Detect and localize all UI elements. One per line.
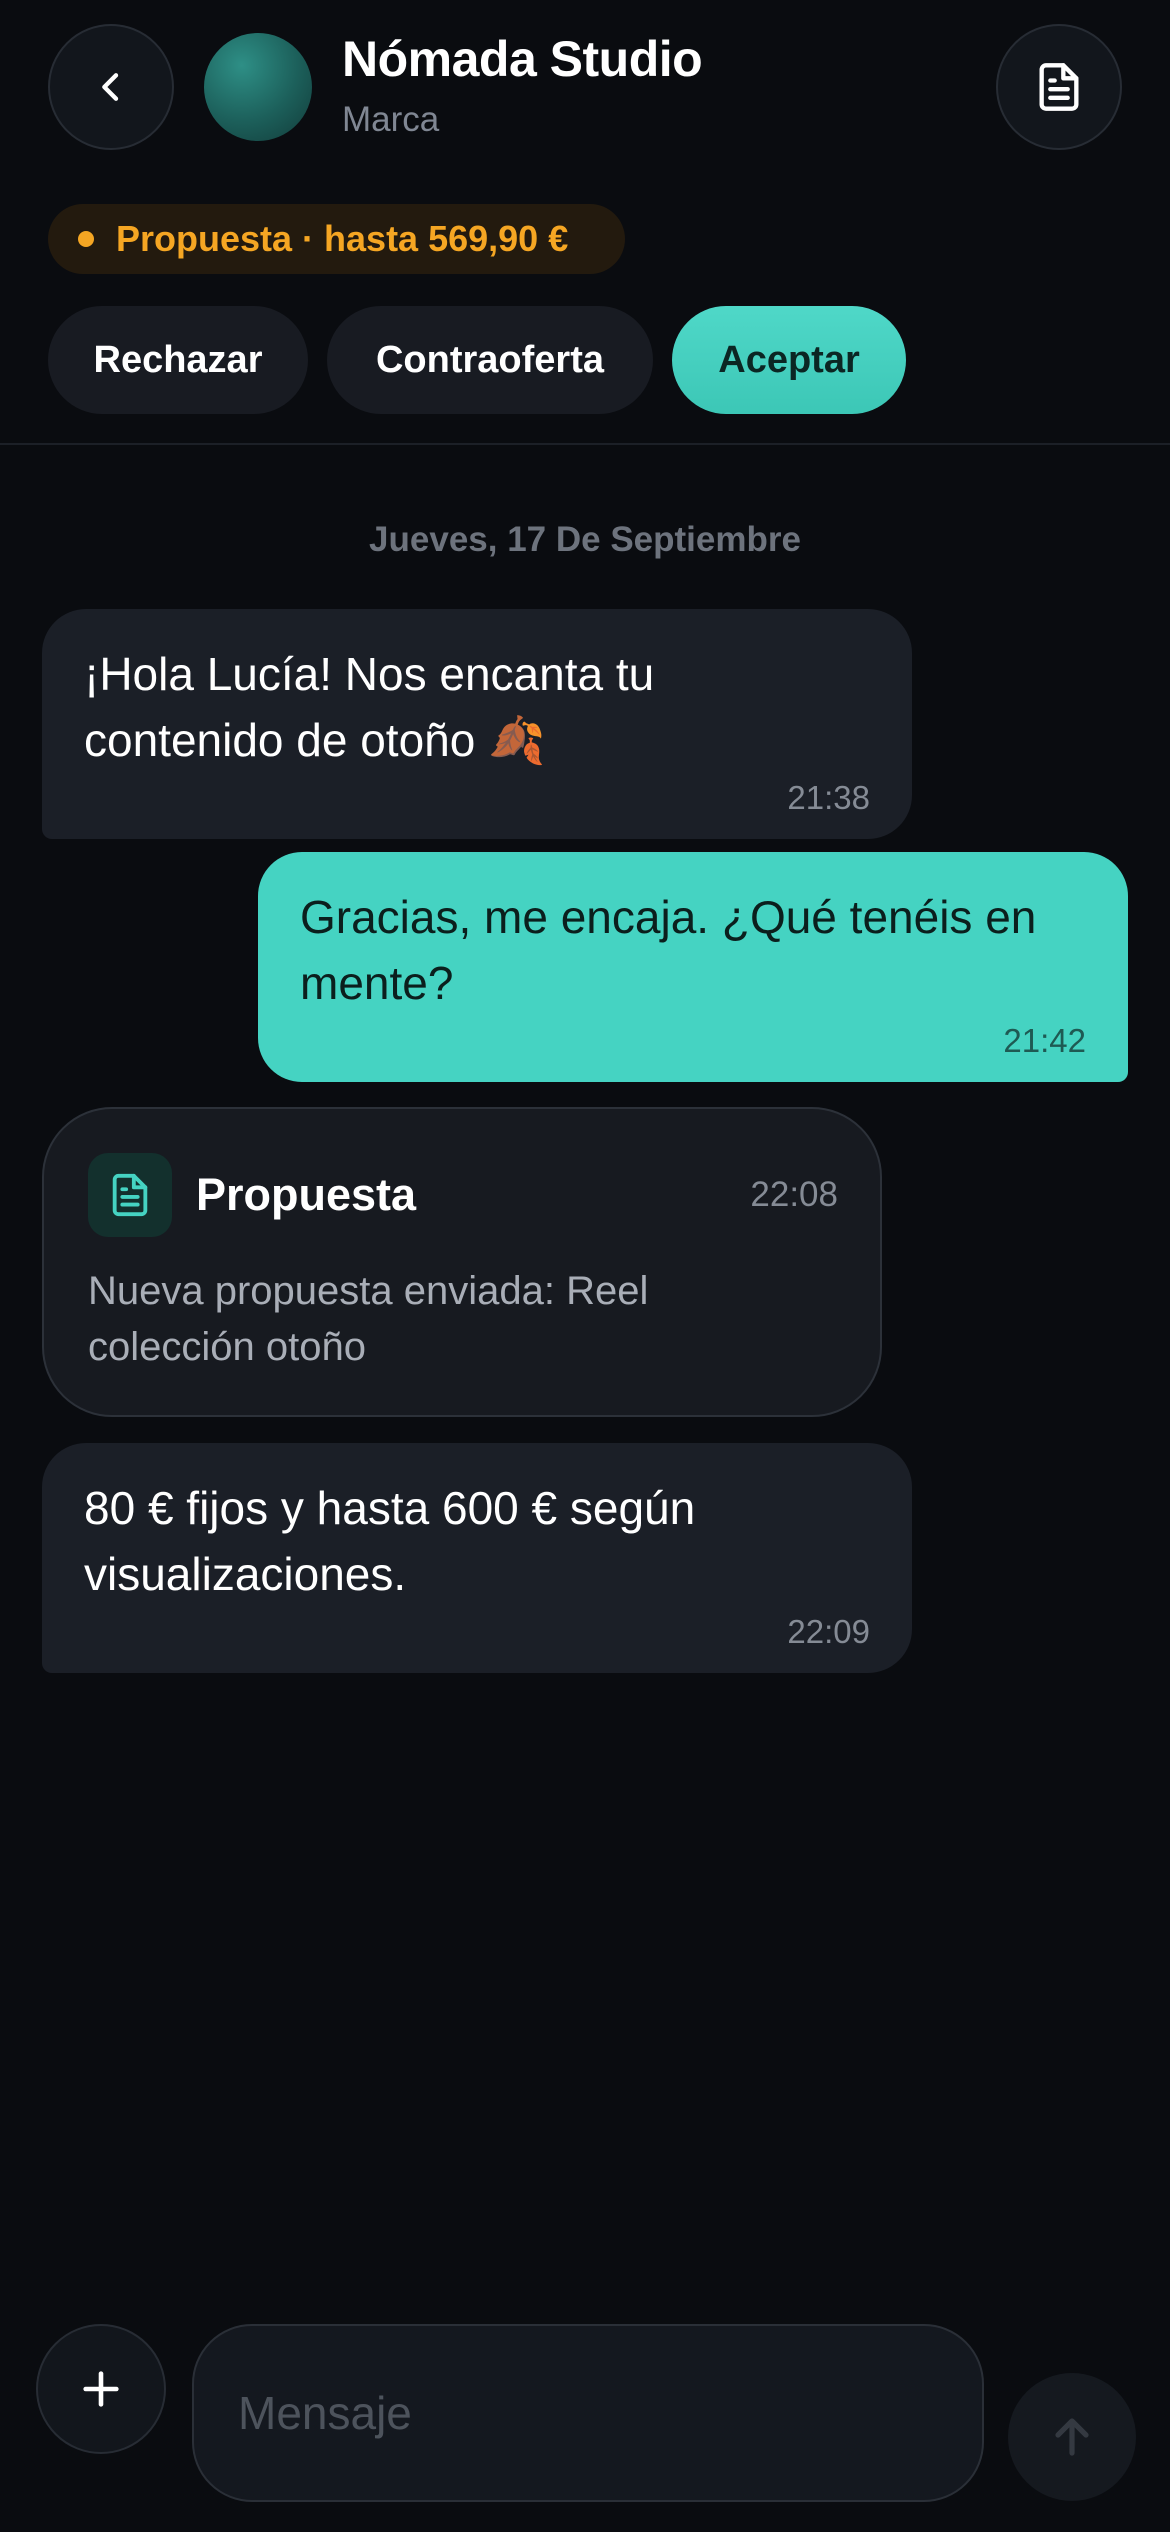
message-time: 21:42 (1003, 1022, 1086, 1059)
document-icon (112, 1173, 148, 1217)
message-input[interactable] (192, 2324, 984, 2502)
proposal-status-badge: Propuesta · hasta 569,90 € (48, 204, 625, 274)
proposal-card-time: 22:08 (750, 1175, 838, 1214)
message-bubble-incoming[interactable]: 80 € fijos y hasta 600 € según visualiza… (42, 1443, 912, 1673)
message-bubble-outgoing[interactable]: Gracias, me encaja. ¿Qué tenéis en mente… (258, 852, 1128, 1082)
date-separator: Jueves, 17 De Septiembre (369, 520, 801, 559)
message-time: 22:09 (787, 1613, 870, 1650)
message-time: 21:38 (787, 779, 870, 816)
back-button[interactable] (48, 24, 174, 150)
message-text: 80 € fijos y hasta 600 € según visualiza… (84, 1482, 696, 1600)
chat-header: Nómada Studio Marca Propuesta · hasta 56… (0, 0, 1170, 445)
message-text: ¡Hola Lucía! Nos encanta tu contenido de… (84, 648, 655, 766)
send-button[interactable] (1008, 2373, 1136, 2501)
chevron-left-icon (102, 73, 119, 101)
arrow-up-icon (1055, 2418, 1089, 2456)
document-icon (1039, 63, 1079, 111)
accept-button[interactable]: Aceptar (672, 306, 906, 414)
proposal-status-label: Propuesta · hasta 569,90 € (116, 218, 569, 259)
documents-button[interactable] (996, 24, 1122, 150)
attach-button[interactable] (36, 2324, 166, 2454)
counteroffer-button[interactable]: Contraoferta (327, 306, 653, 414)
plus-icon (83, 2371, 119, 2407)
contact-subtitle: Marca (342, 100, 440, 139)
status-dot (78, 231, 94, 247)
contact-name[interactable]: Nómada Studio (342, 30, 703, 88)
avatar[interactable] (204, 33, 312, 141)
message-bubble-incoming[interactable]: ¡Hola Lucía! Nos encanta tu contenido de… (42, 609, 912, 839)
proposal-card-description: Nueva propuesta enviada: Reel colección … (88, 1269, 649, 1369)
reject-button[interactable]: Rechazar (48, 306, 308, 414)
proposal-card-icon (88, 1153, 172, 1237)
proposal-card[interactable]: Propuesta 22:08 Nueva propuesta enviada:… (42, 1107, 882, 1417)
message-text: Gracias, me encaja. ¿Qué tenéis en mente… (300, 891, 1037, 1009)
proposal-card-title: Propuesta (196, 1169, 417, 1220)
